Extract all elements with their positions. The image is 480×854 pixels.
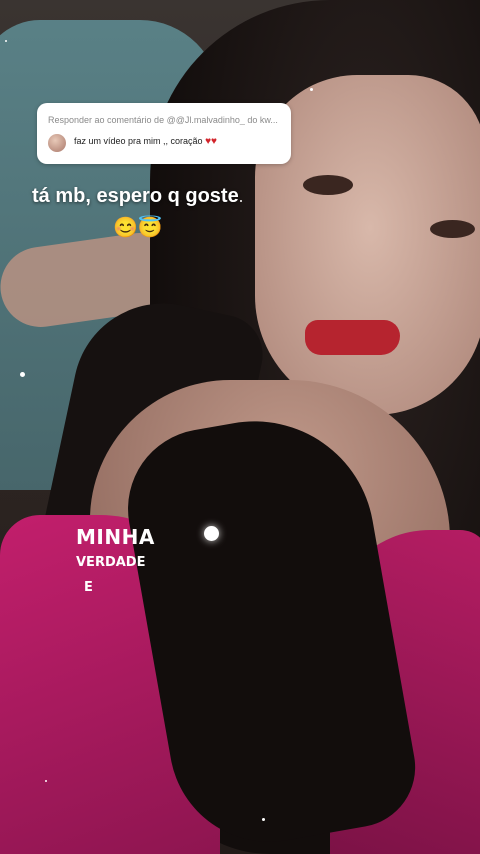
sparkle-dot: [20, 372, 25, 377]
lips: [305, 320, 400, 355]
caption-text: tá mb, espero q goste: [32, 185, 239, 207]
smile-halo-emoji-icon: 😊😇: [113, 217, 163, 239]
lyric-line-3: E: [84, 580, 93, 595]
comment-text: faz um vídeo pra mim ,, coração: [74, 136, 203, 146]
reply-title: Responder ao comentário de @@Jl.malvadin…: [48, 115, 278, 125]
sparkle-dot: [204, 526, 219, 541]
sparkle-dot: [45, 780, 47, 782]
left-eye: [303, 175, 353, 195]
reply-comment-card[interactable]: Responder ao comentário de @@Jl.malvadin…: [37, 103, 291, 164]
sparkle-dot: [310, 88, 313, 91]
sparkle-dot: [262, 818, 265, 821]
lyric-line-1: MINHA: [76, 525, 155, 549]
reply-comment-text: faz um vídeo pra mim ,, coração ♥♥: [74, 136, 217, 147]
sparkle-dot: [240, 200, 242, 202]
right-eye: [430, 220, 475, 238]
commenter-avatar: [48, 134, 66, 152]
heart-icon: ♥♥: [205, 136, 217, 147]
lyric-line-2: VERDADE: [76, 555, 146, 570]
sparkle-dot: [5, 40, 7, 42]
